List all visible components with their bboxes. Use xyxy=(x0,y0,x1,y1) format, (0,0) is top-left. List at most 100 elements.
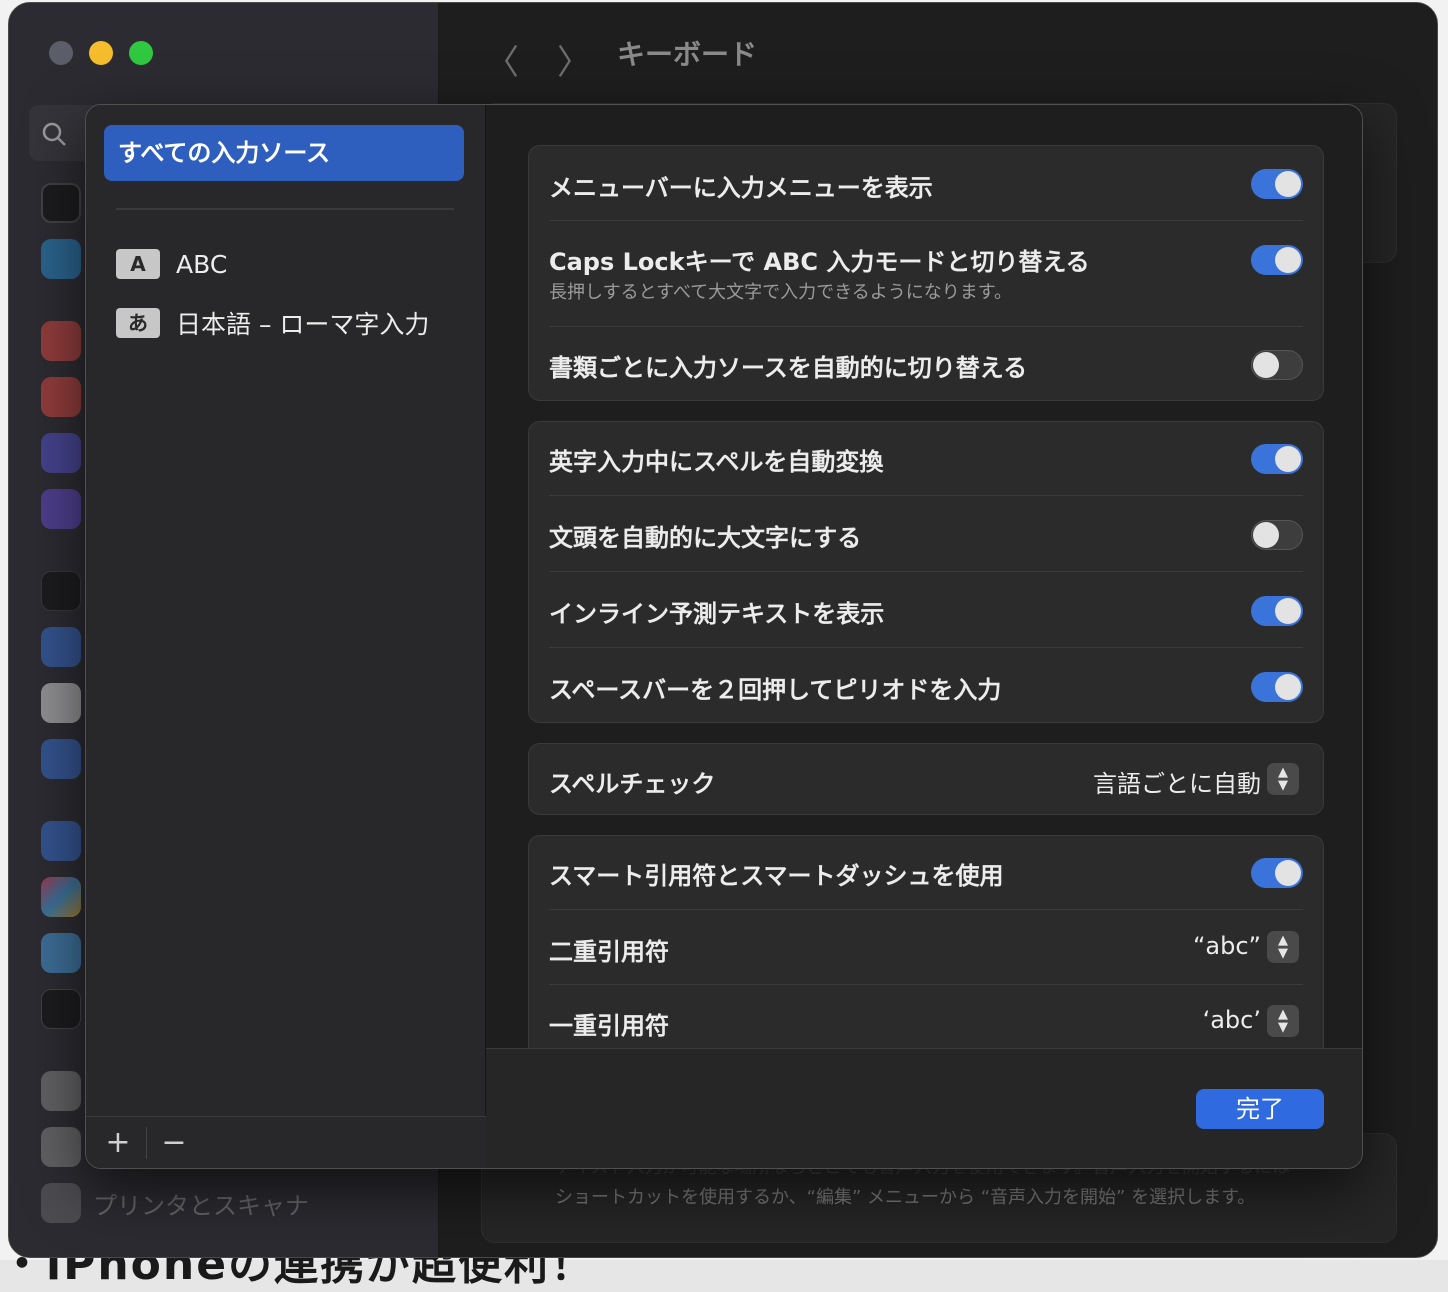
privacy-icon[interactable] xyxy=(41,627,81,667)
divider xyxy=(549,326,1303,327)
divider xyxy=(549,984,1303,985)
smart-quotes-toggle[interactable] xyxy=(1251,858,1303,888)
setting-label: Caps Lockキーで ABC 入力モードと切り替える xyxy=(549,248,1090,276)
toggle-knob xyxy=(1275,674,1301,700)
divider xyxy=(146,1127,147,1159)
setting-label: 一重引用符 xyxy=(549,1012,669,1040)
game-center-icon[interactable] xyxy=(41,877,81,917)
back-button[interactable]: 〈 xyxy=(485,35,519,84)
settings-pane: メニューバーに入力メニューを表示 Caps Lockキーで ABC 入力モードと… xyxy=(486,105,1362,1049)
setting-label: 二重引用符 xyxy=(549,938,669,966)
toggle-knob xyxy=(1275,598,1301,624)
setting-label: スマート引用符とスマートダッシュを使用 xyxy=(549,862,1004,890)
accessibility-icon[interactable] xyxy=(41,239,81,279)
keyboard-icon[interactable] xyxy=(41,1071,81,1111)
add-source-button[interactable]: + xyxy=(98,1125,138,1161)
toggle-knob xyxy=(1275,171,1301,197)
input-sources-sheet: すべての入力ソース A ABC あ 日本語 – ローマ字入力 + − メニューバ… xyxy=(85,104,1363,1169)
divider xyxy=(116,208,454,210)
divider xyxy=(549,495,1303,496)
double-space-period-toggle[interactable] xyxy=(1251,672,1303,702)
done-button[interactable]: 完了 xyxy=(1196,1089,1324,1129)
chevron-updown-icon[interactable]: ▲ ▼ xyxy=(1267,1005,1299,1037)
dictation-description: ショートカットを使用するか、“編集” メニューから “音声入力を開始” を選択し… xyxy=(555,1187,1256,1208)
setting-row: スペースバーを２回押してピリオドを入力 xyxy=(549,668,1303,704)
setting-row: スマート引用符とスマートダッシュを使用 xyxy=(549,854,1303,890)
caps-lock-toggle[interactable] xyxy=(1251,245,1303,275)
internet-accounts-icon[interactable] xyxy=(41,821,81,861)
setting-label: スペルチェック xyxy=(549,770,716,798)
source-label: 日本語 – ローマ字入力 xyxy=(176,310,430,339)
setting-label: 文頭を自動的に大文字にする xyxy=(549,524,862,552)
remove-source-button[interactable]: − xyxy=(154,1125,194,1161)
divider xyxy=(549,571,1303,572)
setting-label: スペースバーを２回押してピリオドを入力 xyxy=(549,676,1002,704)
source-label: ABC xyxy=(176,249,228,279)
toggle-knob xyxy=(1253,522,1279,548)
icloud-icon[interactable] xyxy=(41,933,81,973)
source-item-japanese[interactable]: あ 日本語 – ローマ字入力 xyxy=(116,305,429,341)
minimize-button[interactable] xyxy=(89,41,113,65)
setting-label: 書類ごとに入力ソースを自動的に切り替える xyxy=(549,354,1028,382)
smart-quotes-group: スマート引用符とスマートダッシュを使用 二重引用符 “abc” ▲ ▼ 一重引用符… xyxy=(528,835,1324,1049)
screen-time-icon[interactable] xyxy=(41,489,81,529)
setting-label: 英字入力中にスペルを自動変換 xyxy=(549,448,884,476)
source-list: すべての入力ソース A ABC あ 日本語 – ローマ字入力 + − xyxy=(86,105,486,1168)
source-item-abc[interactable]: A ABC xyxy=(116,249,227,279)
toggle-knob xyxy=(1275,860,1301,886)
appearance-icon[interactable] xyxy=(41,183,81,223)
setting-row: 書類ごとに入力ソースを自動的に切り替える xyxy=(549,346,1303,382)
magnifier-icon xyxy=(42,122,66,146)
source-list-footer: + − xyxy=(86,1116,486,1168)
divider xyxy=(549,909,1303,910)
show-input-menu-toggle[interactable] xyxy=(1251,169,1303,199)
chevron-updown-icon[interactable]: ▲ ▼ xyxy=(1267,931,1299,963)
single-quote-value[interactable]: ‘abc’ xyxy=(1203,1006,1261,1034)
toggle-knob xyxy=(1275,247,1301,273)
divider xyxy=(549,647,1303,648)
setting-row: 二重引用符 “abc” ▲ ▼ xyxy=(549,930,1303,966)
text-correction-group: 英字入力中にスペルを自動変換 文頭を自動的に大文字にする インライン予測テキスト… xyxy=(528,421,1324,723)
chevron-updown-icon[interactable]: ▲ ▼ xyxy=(1267,763,1299,795)
setting-row: 一重引用符 ‘abc’ ▲ ▼ xyxy=(549,1004,1303,1040)
input-menu-group: メニューバーに入力メニューを表示 Caps Lockキーで ABC 入力モードと… xyxy=(528,145,1324,401)
setting-row: スペルチェック 言語ごとに自動 ▲ ▼ xyxy=(549,762,1303,798)
auto-correct-toggle[interactable] xyxy=(1251,444,1303,474)
source-badge: あ xyxy=(116,308,160,338)
zoom-button[interactable] xyxy=(129,41,153,65)
divider xyxy=(549,220,1303,221)
printer-icon xyxy=(41,1183,81,1223)
setting-row: 英字入力中にスペルを自動変換 xyxy=(549,440,1303,476)
sidebar-item-printers[interactable]: プリンタとスキャナ xyxy=(41,1183,309,1223)
spell-check-group: スペルチェック 言語ごとに自動 ▲ ▼ xyxy=(528,743,1324,815)
users-icon[interactable] xyxy=(41,739,81,779)
inline-prediction-toggle[interactable] xyxy=(1251,596,1303,626)
lock-screen-icon[interactable] xyxy=(41,571,81,611)
setting-row: インライン予測テキストを表示 xyxy=(549,592,1303,628)
wallet-icon[interactable] xyxy=(41,989,81,1029)
source-badge: A xyxy=(116,249,160,279)
setting-row: 文頭を自動的に大文字にする xyxy=(549,516,1303,552)
setting-row: メニューバーに入力メニューを表示 xyxy=(549,166,1303,202)
auto-capitalize-toggle[interactable] xyxy=(1251,520,1303,550)
setting-label: インライン予測テキストを表示 xyxy=(549,600,885,628)
notifications-icon[interactable] xyxy=(41,321,81,361)
toggle-knob xyxy=(1275,446,1301,472)
setting-description: 長押しするとすべて大文字で入力できるようになります。 xyxy=(549,282,1012,303)
close-button[interactable] xyxy=(49,41,73,65)
sheet-footer: 完了 xyxy=(486,1048,1362,1168)
forward-button[interactable]: 〉 xyxy=(557,35,591,84)
spell-check-value[interactable]: 言語ごとに自動 xyxy=(1093,764,1261,799)
focus-icon[interactable] xyxy=(41,433,81,473)
touch-id-icon[interactable] xyxy=(41,683,81,723)
double-quote-value[interactable]: “abc” xyxy=(1193,932,1261,960)
trackpad-icon[interactable] xyxy=(41,1127,81,1167)
auto-switch-source-toggle[interactable] xyxy=(1251,350,1303,380)
sound-icon[interactable] xyxy=(41,377,81,417)
page-title: キーボード xyxy=(617,38,758,71)
all-input-sources-item[interactable]: すべての入力ソース xyxy=(104,125,464,181)
setting-label: メニューバーに入力メニューを表示 xyxy=(549,174,933,202)
setting-row: Caps Lockキーで ABC 入力モードと切り替える 長押しするとすべて大文… xyxy=(549,240,1303,303)
sidebar-item-label: プリンタとスキャナ xyxy=(93,1191,309,1220)
toggle-knob xyxy=(1253,352,1279,378)
